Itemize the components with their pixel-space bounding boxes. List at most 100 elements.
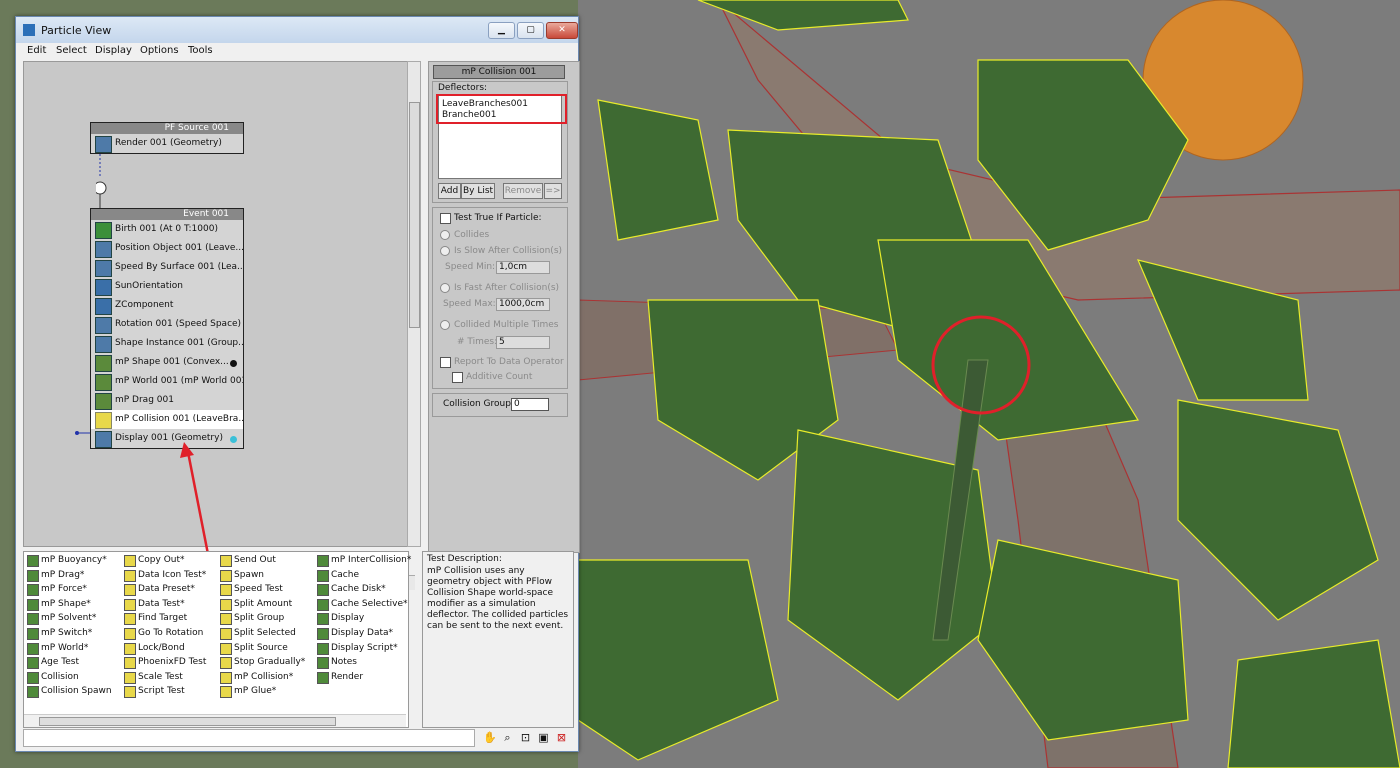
report-checkbox[interactable] — [440, 357, 451, 368]
depot-operator[interactable]: Cache Selective* — [317, 598, 407, 611]
depot-operator[interactable]: Collision Spawn — [27, 685, 112, 699]
op-sun-orientation[interactable]: SunOrientation — [91, 277, 243, 296]
depot-operator[interactable]: Render — [317, 671, 363, 684]
no-draw-icon[interactable]: ⊠ — [555, 731, 568, 744]
report-label: Report To Data Operator — [454, 357, 564, 367]
depot-operator[interactable]: Display Script* — [317, 642, 398, 655]
depot-operator[interactable]: Split Source — [220, 642, 288, 655]
depot-operator[interactable]: Speed Test — [220, 583, 283, 597]
depot-operator[interactable]: Find Target — [124, 612, 187, 626]
depot-operator[interactable]: PhoenixFD Test — [124, 656, 206, 670]
maximize-button[interactable]: ▢ — [517, 22, 544, 39]
depot-operator[interactable]: Lock/Bond — [124, 642, 185, 655]
depot-operator[interactable]: mP Switch* — [27, 627, 92, 640]
zoom-region-icon[interactable]: ⊡ — [519, 731, 532, 744]
additive-checkbox[interactable] — [452, 372, 463, 383]
depot-operator[interactable]: Split Selected — [220, 627, 296, 640]
depot-operator[interactable]: mP Force* — [27, 583, 87, 597]
fast-after-radio[interactable] — [440, 283, 450, 293]
node-row[interactable]: Render 001 (Geometry) — [91, 134, 243, 153]
depot-operator[interactable]: mP Glue* — [220, 685, 276, 699]
zoom-extents-icon[interactable]: ▣ — [537, 731, 550, 744]
title-bar[interactable]: Particle View ▁ ▢ ✕ — [16, 17, 578, 43]
operator-icon — [124, 642, 136, 655]
event-graph[interactable]: PF Source 001 Render 001 (Geometry) Even… — [23, 61, 415, 688]
speed-min-spinner[interactable]: 1,0cm — [496, 261, 550, 274]
op-mp-drag[interactable]: mP Drag 001 — [91, 391, 243, 410]
depot-operator[interactable]: Split Group — [220, 612, 284, 626]
depot-operator[interactable]: mP Shape* — [27, 598, 91, 611]
times-spinner[interactable]: 5 — [496, 336, 550, 349]
rollout-header[interactable]: mP Collision 001 — [433, 65, 565, 79]
depot-hscrollbar[interactable] — [24, 714, 406, 727]
depot-operator[interactable]: Age Test — [27, 656, 79, 670]
shape-icon — [95, 336, 112, 353]
depot-operator[interactable]: Scale Test — [124, 671, 183, 684]
minimize-button[interactable]: ▁ — [488, 22, 515, 39]
depot-operator[interactable]: mP Drag* — [27, 569, 84, 582]
menu-select[interactable]: Select — [56, 45, 87, 56]
depot-operator[interactable]: Display Data* — [317, 627, 393, 640]
vscroll-thumb[interactable] — [409, 102, 420, 328]
collides-radio[interactable] — [440, 230, 450, 240]
depot-operator[interactable]: mP Solvent* — [27, 612, 96, 626]
script-icon — [95, 279, 112, 296]
collision-group-spinner[interactable]: 0 — [511, 398, 549, 411]
depot-operator[interactable]: Split Amount — [220, 598, 293, 611]
depot-operator[interactable]: mP World* — [27, 642, 88, 655]
operator-icon — [220, 613, 232, 626]
op-mp-shape[interactable]: mP Shape 001 (Convex... — [91, 353, 243, 372]
depot-operator[interactable]: Data Preset* — [124, 583, 195, 597]
depot-operator[interactable]: Data Icon Test* — [124, 569, 206, 582]
op-mp-world[interactable]: mP World 001 (mP World 003) — [91, 372, 243, 391]
depot-operator[interactable]: Script Test — [124, 685, 185, 699]
depot-operator[interactable]: Data Test* — [124, 598, 185, 611]
depot-operator[interactable]: Collision — [27, 671, 79, 684]
3d-viewport[interactable] — [578, 0, 1400, 768]
by-list-button[interactable]: By List — [461, 183, 495, 199]
op-zcomponent[interactable]: ZComponent — [91, 296, 243, 315]
pf-source-node[interactable]: PF Source 001 Render 001 (Geometry) — [90, 122, 244, 154]
pan-icon[interactable]: ✋ — [483, 731, 497, 744]
graph-vscrollbar[interactable] — [407, 61, 421, 547]
depot-operator[interactable]: Spawn — [220, 569, 264, 582]
op-mp-collision[interactable]: mP Collision 001 (LeaveBra... — [91, 410, 243, 429]
event-node[interactable]: Event 001 Birth 001 (At 0 T:1000) Positi… — [90, 208, 244, 449]
slow-after-radio[interactable] — [440, 246, 450, 256]
op-position-object[interactable]: Position Object 001 (Leave... — [91, 239, 243, 258]
depot-operator[interactable]: Cache — [317, 569, 359, 582]
close-button[interactable]: ✕ — [546, 22, 578, 39]
deflectors-list[interactable]: LeaveBranches001 Branche001 — [436, 94, 567, 179]
arrow-button[interactable]: => — [544, 183, 562, 199]
op-rotation[interactable]: Rotation 001 (Speed Space) — [91, 315, 243, 334]
zoom-icon[interactable]: ⌕ — [501, 731, 514, 744]
menu-options[interactable]: Options — [140, 45, 179, 56]
operator-icon — [317, 671, 329, 684]
depot-operator[interactable]: Go To Rotation — [124, 627, 203, 640]
depot-operator[interactable]: Copy Out* — [124, 554, 185, 567]
remove-button[interactable]: Remove — [503, 183, 543, 199]
test-true-checkbox[interactable] — [440, 213, 451, 224]
op-shape-instance[interactable]: Shape Instance 001 (Group... — [91, 334, 243, 353]
menu-display[interactable]: Display — [95, 45, 132, 56]
depot-operator[interactable]: mP Buoyancy* — [27, 554, 107, 567]
depot-operator[interactable]: Send Out — [220, 554, 276, 567]
multiple-radio[interactable] — [440, 320, 450, 330]
operator-depot[interactable]: mP Buoyancy* mP Drag* mP Force* mP Shape* mP… — [23, 551, 411, 728]
op-speed-by-surface[interactable]: Speed By Surface 001 (Lea... — [91, 258, 243, 277]
operator-icon — [27, 569, 39, 582]
depot-operator[interactable]: mP Collision* — [220, 671, 294, 684]
menu-edit[interactable]: Edit — [27, 45, 46, 56]
speed-max-spinner[interactable]: 1000,0cm — [496, 298, 550, 311]
menu-tools[interactable]: Tools — [188, 45, 213, 56]
operator-label: mP Collision* — [234, 671, 294, 682]
op-birth[interactable]: Birth 001 (At 0 T:1000) — [91, 220, 243, 239]
depot-scroll-thumb[interactable] — [39, 717, 336, 726]
operator-label: Split Amount — [234, 598, 293, 609]
depot-operator[interactable]: Display — [317, 612, 364, 626]
add-button[interactable]: Add — [438, 183, 461, 199]
depot-operator[interactable]: Stop Gradually* — [220, 656, 305, 670]
depot-operator[interactable]: Notes — [317, 656, 357, 670]
depot-operator[interactable]: Cache Disk* — [317, 583, 386, 597]
depot-operator[interactable]: mP InterCollision* — [317, 554, 411, 567]
